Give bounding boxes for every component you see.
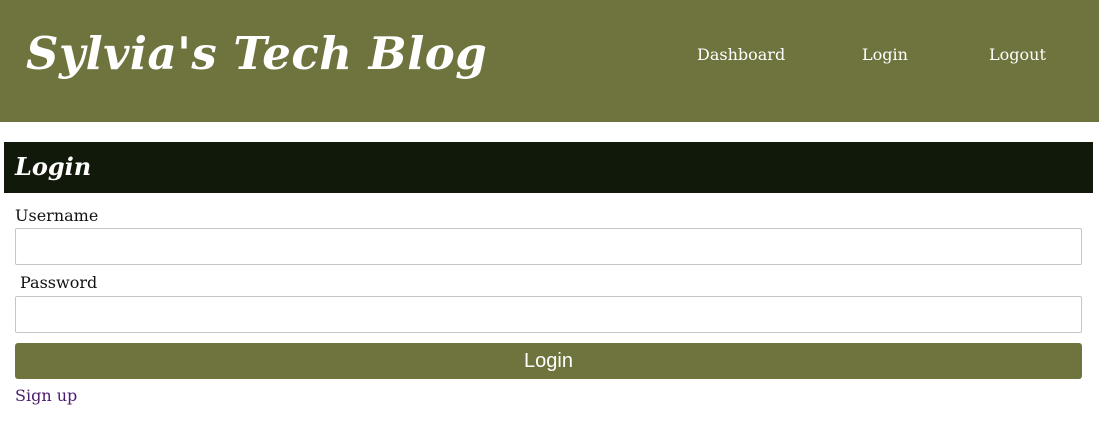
login-card-title: Login: [15, 152, 92, 181]
nav-link-logout[interactable]: Logout: [989, 44, 1046, 66]
username-input[interactable]: [15, 228, 1082, 265]
login-submit-button[interactable]: Login: [15, 343, 1082, 379]
nav-link-dashboard[interactable]: Dashboard: [697, 44, 785, 66]
login-card-header: Login: [4, 142, 1093, 193]
username-label: Username: [15, 206, 99, 225]
site-title: Sylvia's Tech Blog: [26, 27, 488, 80]
site-header: Sylvia's Tech Blog Dashboard Login Logou…: [0, 0, 1099, 122]
password-input[interactable]: [15, 296, 1082, 333]
signup-link[interactable]: Sign up: [15, 386, 77, 406]
nav-link-login[interactable]: Login: [862, 44, 908, 66]
password-label: Password: [20, 273, 98, 292]
